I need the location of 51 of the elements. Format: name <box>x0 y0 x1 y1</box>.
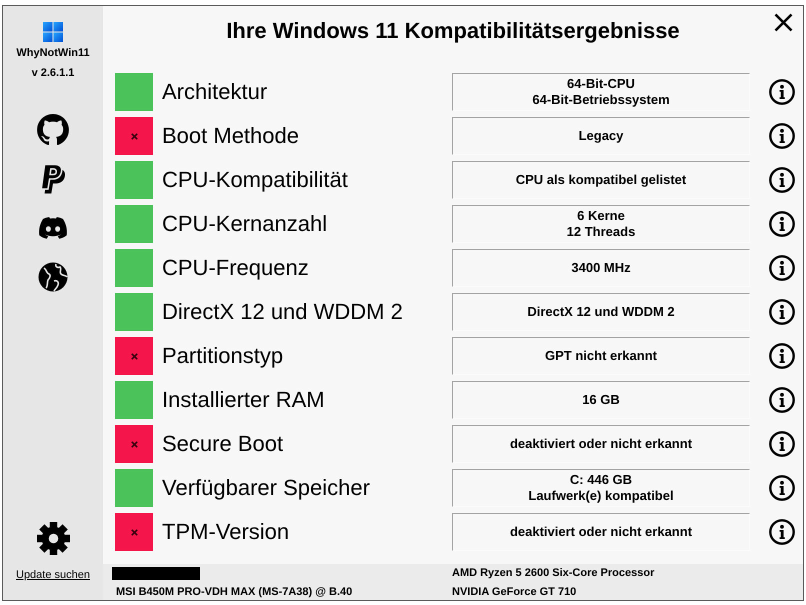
result-field: CPU als kompatibel gelistet <box>452 161 750 199</box>
info-icon[interactable] <box>768 475 794 501</box>
info-icon[interactable] <box>768 255 794 281</box>
info-icon[interactable] <box>768 343 794 369</box>
cross-icon <box>130 132 138 140</box>
result-field: Legacy <box>452 117 750 155</box>
update-link[interactable]: Update suchen <box>16 568 90 582</box>
check-label: Verfügbarer Speicher <box>162 475 371 501</box>
discord-icon[interactable] <box>37 216 69 238</box>
github-icon[interactable] <box>37 114 69 145</box>
info-icon[interactable] <box>768 431 794 457</box>
version-label: v 2.6.1.1 <box>32 66 74 80</box>
windows-logo-icon <box>43 22 63 42</box>
check-label: Partitionstyp <box>162 343 284 369</box>
close-icon[interactable] <box>774 13 792 32</box>
result-field: 64-Bit-CPU 64-Bit-Betriebssystem <box>452 73 750 111</box>
settings-icon[interactable] <box>36 522 70 555</box>
info-icon[interactable] <box>768 123 794 149</box>
info-icon[interactable] <box>768 167 794 193</box>
check-label: Boot Methode <box>162 123 300 149</box>
info-icon[interactable] <box>768 519 794 545</box>
result-field: 6 Kerne 12 Threads <box>452 205 750 243</box>
result-field: deaktiviert oder nicht erkannt <box>452 513 750 551</box>
info-icon[interactable] <box>768 387 794 413</box>
result-field: C: 446 GB Laufwerk(e) kompatibel <box>452 469 750 507</box>
window-title: Ihre Windows 11 Kompatibilitätsergebnisse <box>225 18 681 44</box>
check-label: Secure Boot <box>162 431 284 457</box>
check-label: DirectX 12 und WDDM 2 <box>162 299 404 325</box>
motherboard-text: MSI B450M PRO-VDH MAX (MS-7A38) @ B.40 <box>115 586 354 599</box>
paypal-icon[interactable] <box>39 162 67 194</box>
globe-icon[interactable] <box>38 262 68 292</box>
check-label: CPU-Frequenz <box>162 255 310 281</box>
info-icon[interactable] <box>768 211 794 237</box>
check-label: CPU-Kompatibilität <box>162 167 349 193</box>
info-icon[interactable] <box>768 79 794 105</box>
cpu-text: AMD Ryzen 5 2600 Six-Core Processor <box>452 567 656 580</box>
cross-icon <box>130 352 138 360</box>
check-label: Installierter RAM <box>162 387 326 413</box>
gpu-text: NVIDIA GeForce GT 710 <box>452 586 578 599</box>
cross-icon <box>130 440 138 448</box>
check-label: Architektur <box>162 79 268 105</box>
check-label: TPM-Version <box>162 519 290 545</box>
result-field: DirectX 12 und WDDM 2 <box>452 293 750 331</box>
result-field: deaktiviert oder nicht erkannt <box>452 425 750 463</box>
check-label: CPU-Kernanzahl <box>162 211 328 237</box>
cross-icon <box>130 528 138 536</box>
info-icon[interactable] <box>768 299 794 325</box>
result-field: 3400 MHz <box>452 249 750 287</box>
result-field: GPT nicht erkannt <box>452 337 750 375</box>
app-name: WhyNotWin11 <box>16 46 90 60</box>
result-field: 16 GB <box>452 381 750 419</box>
